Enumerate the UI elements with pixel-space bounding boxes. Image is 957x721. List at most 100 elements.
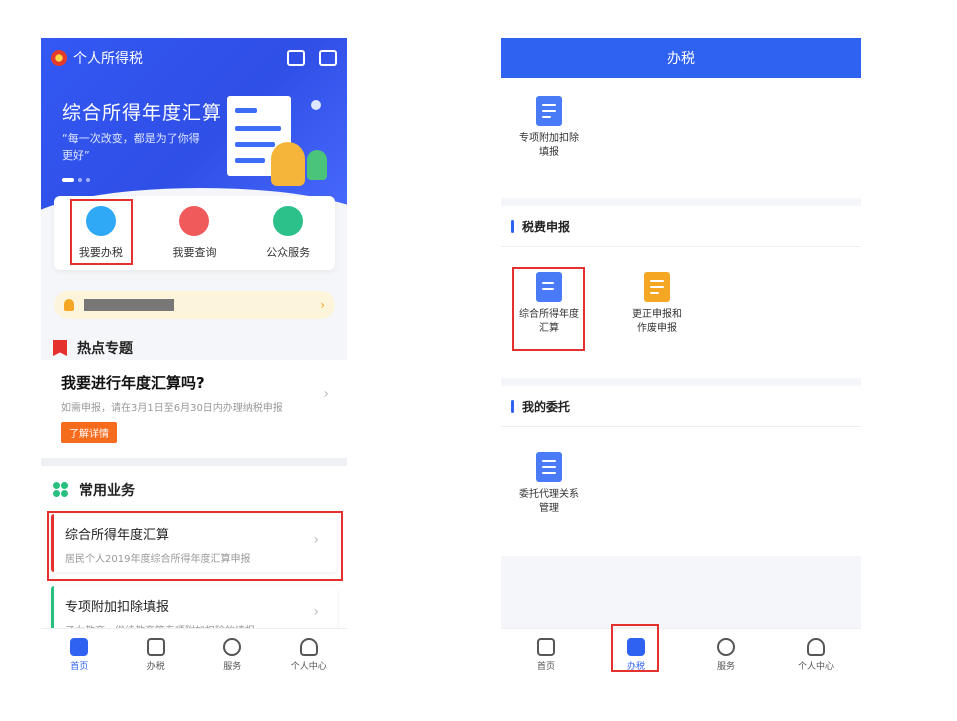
bottom-tab-bar: 首页 办税 服务 个人中心 bbox=[501, 628, 861, 680]
moon-illustration bbox=[311, 100, 321, 110]
service-label: 委托代理关系 管理 bbox=[519, 488, 579, 516]
yuan-document-icon bbox=[536, 272, 562, 302]
icon-line bbox=[650, 286, 664, 288]
divider bbox=[501, 246, 861, 247]
clover-leaf bbox=[61, 490, 68, 497]
service-label-line: 委托代理关系 bbox=[519, 489, 579, 500]
form-icon bbox=[536, 96, 562, 126]
page-header: 办税 bbox=[501, 38, 861, 78]
icon-line bbox=[542, 472, 556, 474]
heart-icon bbox=[717, 637, 735, 656]
tab-tax[interactable]: 办税 bbox=[126, 637, 186, 672]
scan-icon[interactable] bbox=[287, 50, 305, 66]
accent-bar bbox=[51, 514, 54, 572]
tab-service[interactable]: 服务 bbox=[696, 637, 756, 672]
tab-profile[interactable]: 个人中心 bbox=[786, 637, 846, 672]
business-item-annual-settlement[interactable]: 综合所得年度汇算 居民个人2019年度综合所得年度汇算申报 › bbox=[51, 514, 337, 572]
home-icon bbox=[70, 637, 89, 656]
home-icon bbox=[537, 637, 555, 656]
quick-action-label: 我要查询 bbox=[172, 246, 217, 259]
clover-leaf bbox=[61, 482, 68, 489]
service-icon bbox=[273, 206, 304, 236]
hot-topic-card[interactable]: 我要进行年度汇算吗? 如需申报，请在3月1日至6月30日内办理纳税申报 了解详情… bbox=[41, 360, 347, 458]
top-actions bbox=[287, 50, 337, 66]
tab-label: 办税 bbox=[146, 661, 165, 672]
redacted-notice-text bbox=[84, 299, 174, 311]
service-special-deduction[interactable]: 专项附加扣除 填报 bbox=[509, 96, 589, 160]
tab-service[interactable]: 服务 bbox=[202, 637, 262, 672]
hot-topic-title: 我要进行年度汇算吗? bbox=[61, 374, 205, 392]
quick-action-tax[interactable]: 我要办税 bbox=[61, 206, 141, 260]
service-label-line: 专项附加扣除 bbox=[519, 133, 579, 144]
hot-topics-header: 热点专题 bbox=[53, 338, 133, 358]
notice-bar[interactable]: › bbox=[54, 291, 335, 319]
section-bar bbox=[511, 400, 514, 413]
service-delegation-management[interactable]: 委托代理关系 管理 bbox=[509, 452, 589, 516]
quick-action-label: 公众服务 bbox=[266, 246, 311, 259]
service-label: 专项附加扣除 填报 bbox=[519, 132, 579, 160]
delegation-header: 我的委托 bbox=[511, 398, 570, 415]
quick-action-public-service[interactable]: 公众服务 bbox=[248, 206, 328, 260]
service-label-line: 更正申报和 bbox=[632, 309, 682, 320]
chevron-right-icon: › bbox=[313, 604, 319, 620]
service-label: 更正申报和 作废申报 bbox=[632, 308, 682, 336]
illustration-row bbox=[235, 108, 257, 113]
edit-document-icon bbox=[644, 272, 670, 302]
icon-line bbox=[650, 292, 659, 294]
clover-leaf bbox=[53, 482, 60, 489]
carousel-dot[interactable] bbox=[86, 178, 90, 182]
tax-icon bbox=[627, 637, 645, 656]
icon-line bbox=[542, 288, 554, 290]
top-bar: 个人所得税 bbox=[41, 38, 347, 78]
user-icon bbox=[299, 637, 318, 656]
heart-icon bbox=[223, 637, 242, 656]
chevron-right-icon: › bbox=[320, 298, 325, 312]
quick-action-query[interactable]: 我要查询 bbox=[154, 206, 234, 260]
bell-icon bbox=[64, 299, 74, 311]
learn-more-button[interactable]: 了解详情 bbox=[61, 422, 117, 443]
message-icon[interactable] bbox=[319, 50, 337, 66]
tab-home[interactable]: 首页 bbox=[49, 637, 109, 672]
tax-screen: 办税 专项附加扣除 填报 税费申报 综合所得年度 汇算 更正申报和 作废申报 我… bbox=[501, 38, 861, 680]
icon-line bbox=[542, 104, 556, 106]
section-title: 我的委托 bbox=[522, 400, 571, 414]
section-title: 税费申报 bbox=[522, 220, 571, 234]
service-annual-settlement[interactable]: 综合所得年度 汇算 bbox=[509, 272, 589, 336]
section-title: 热点专题 bbox=[77, 341, 133, 357]
common-business-header: 常用业务 bbox=[53, 480, 135, 500]
carousel-dot-active[interactable] bbox=[62, 178, 74, 182]
tab-home[interactable]: 首页 bbox=[516, 637, 576, 672]
service-label-line: 作废申报 bbox=[637, 323, 677, 334]
carousel-dot[interactable] bbox=[78, 178, 82, 182]
divider bbox=[41, 458, 347, 466]
hot-topic-desc: 如需申报，请在3月1日至6月30日内办理纳税申报 bbox=[61, 403, 283, 414]
service-label-line: 填报 bbox=[539, 147, 559, 158]
service-correct-void-filing[interactable]: 更正申报和 作废申报 bbox=[617, 272, 697, 336]
section-title: 常用业务 bbox=[79, 483, 135, 499]
hero-title: 综合所得年度汇算 bbox=[62, 102, 223, 124]
edit-icon bbox=[85, 206, 116, 236]
section-bar bbox=[511, 220, 514, 233]
tab-tax[interactable]: 办税 bbox=[606, 637, 666, 672]
divider bbox=[501, 426, 861, 427]
illustration-row bbox=[235, 126, 281, 131]
tax-filing-block: 税费申报 综合所得年度 汇算 更正申报和 作废申报 bbox=[501, 206, 861, 378]
service-label-line: 综合所得年度 bbox=[519, 309, 579, 320]
icon-line bbox=[542, 466, 556, 468]
service-label-line: 管理 bbox=[539, 503, 559, 514]
quick-action-label: 我要办税 bbox=[78, 246, 123, 259]
search-icon bbox=[179, 206, 210, 236]
top-service-block: 专项附加扣除 填报 bbox=[501, 78, 861, 198]
tab-profile[interactable]: 个人中心 bbox=[279, 637, 339, 672]
home-screen: 综合所得年度汇算 “每一次改变，都是为了你得更好” 个人所得税 我要办税 我要查… bbox=[41, 38, 347, 680]
bottom-tab-bar: 首页 办税 服务 个人中心 bbox=[41, 628, 347, 680]
quick-actions: 我要办税 我要查询 公众服务 bbox=[54, 196, 335, 270]
chevron-right-icon: › bbox=[313, 532, 319, 548]
tax-icon bbox=[146, 637, 165, 656]
tab-label: 办税 bbox=[626, 661, 645, 672]
list-document-icon bbox=[536, 452, 562, 482]
tax-filing-header: 税费申报 bbox=[511, 218, 570, 235]
tab-label: 首页 bbox=[536, 661, 555, 672]
carousel-dots[interactable] bbox=[62, 178, 90, 182]
icon-line bbox=[542, 460, 556, 462]
